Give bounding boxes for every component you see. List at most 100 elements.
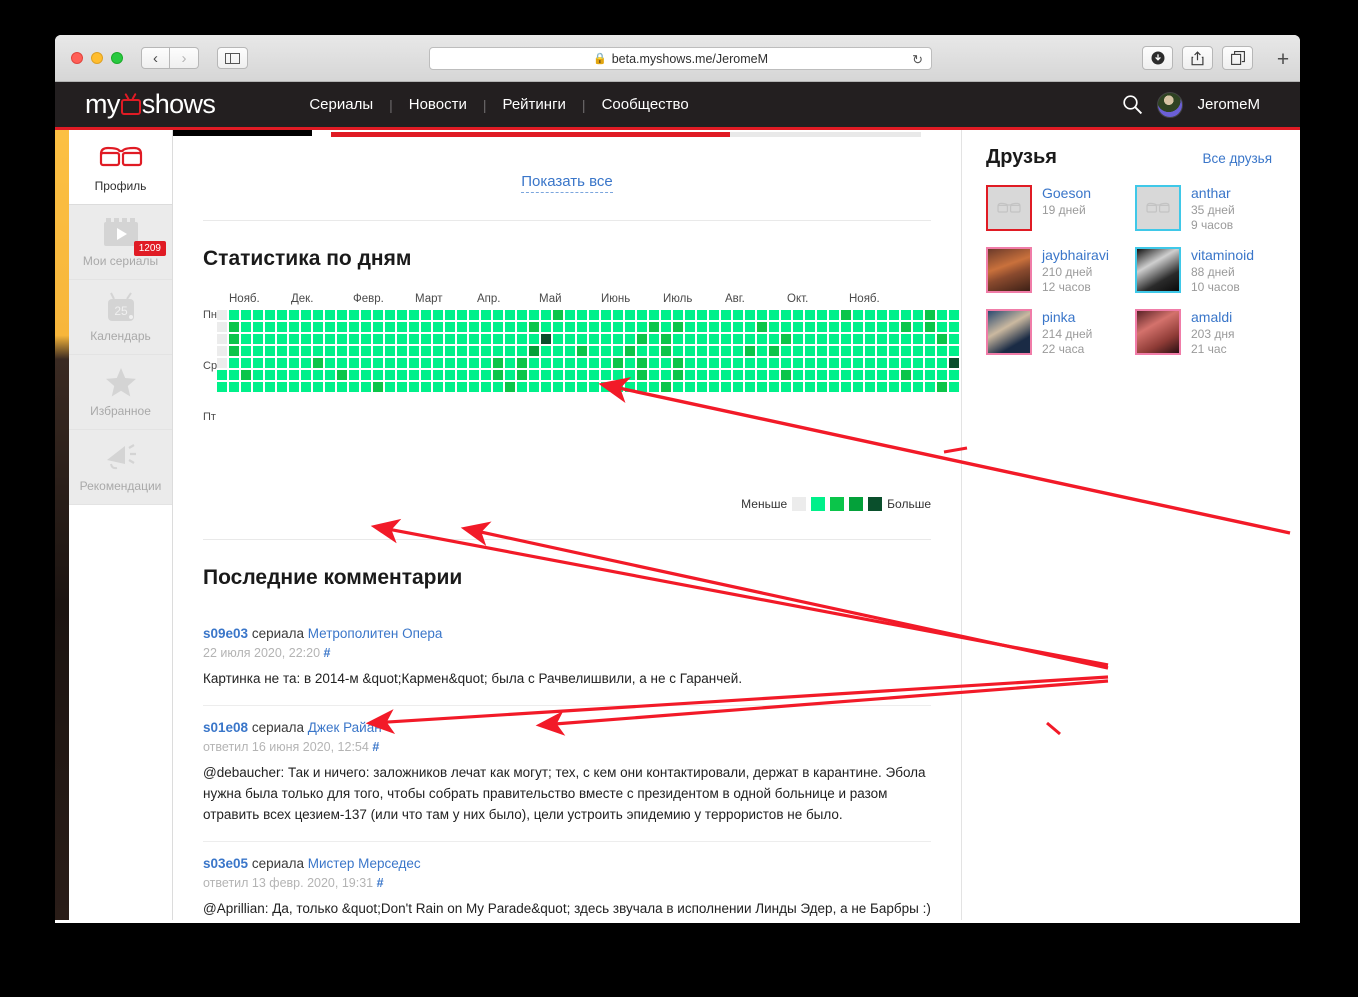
heatmap-cell[interactable] [805, 370, 816, 380]
heatmap-cell[interactable] [877, 322, 888, 332]
heatmap-cell[interactable] [757, 322, 768, 332]
heatmap-cell[interactable] [649, 322, 660, 332]
heatmap-cell[interactable] [709, 334, 720, 344]
heatmap-cell[interactable] [481, 382, 492, 392]
heatmap-cell[interactable] [385, 382, 396, 392]
heatmap-cell[interactable] [661, 358, 672, 368]
heatmap-cell[interactable] [913, 334, 924, 344]
heatmap-cell[interactable] [529, 382, 540, 392]
heatmap-cell[interactable] [721, 382, 732, 392]
friend-name[interactable]: pinka [1042, 309, 1092, 325]
heatmap-cell[interactable] [721, 310, 732, 320]
heatmap-cell[interactable] [733, 370, 744, 380]
heatmap-cell[interactable] [493, 358, 504, 368]
heatmap-cell[interactable] [421, 358, 432, 368]
friend-name[interactable]: Goeson [1042, 185, 1091, 201]
heatmap-cell[interactable] [901, 310, 912, 320]
heatmap-cell[interactable] [313, 358, 324, 368]
tab-overview-button[interactable] [1222, 46, 1253, 70]
heatmap-cell[interactable] [937, 358, 948, 368]
nav-item-ratings[interactable]: Рейтинги [486, 96, 581, 113]
heatmap-cell[interactable] [697, 310, 708, 320]
heatmap-cell[interactable] [901, 370, 912, 380]
heatmap-cell[interactable] [949, 322, 960, 332]
heatmap-cell[interactable] [889, 310, 900, 320]
heatmap-cell[interactable] [481, 346, 492, 356]
heatmap-cell[interactable] [793, 370, 804, 380]
heatmap-cell[interactable] [565, 322, 576, 332]
heatmap-cell[interactable] [733, 382, 744, 392]
heatmap-cell[interactable] [397, 382, 408, 392]
heatmap-cell[interactable] [385, 322, 396, 332]
heatmap-cell[interactable] [637, 310, 648, 320]
heatmap-cell[interactable] [241, 370, 252, 380]
heatmap-cell[interactable] [493, 334, 504, 344]
heatmap-cell[interactable] [829, 358, 840, 368]
heatmap-cell[interactable] [601, 382, 612, 392]
heatmap-cell[interactable] [433, 322, 444, 332]
heatmap-cell[interactable] [661, 382, 672, 392]
heatmap-cell[interactable] [577, 358, 588, 368]
heatmap-cell[interactable] [253, 322, 264, 332]
heatmap-cell[interactable] [745, 346, 756, 356]
heatmap-cell[interactable] [649, 310, 660, 320]
heatmap-cell[interactable] [373, 334, 384, 344]
heatmap-cell[interactable] [685, 334, 696, 344]
heatmap-cell[interactable] [733, 358, 744, 368]
heatmap-cell[interactable] [241, 310, 252, 320]
heatmap-cell[interactable] [937, 370, 948, 380]
heatmap-cell[interactable] [529, 334, 540, 344]
heatmap-cell[interactable] [721, 346, 732, 356]
heatmap-cell[interactable] [433, 346, 444, 356]
heatmap-cell[interactable] [793, 322, 804, 332]
comment-show-link[interactable]: Метрополитен Опера [308, 626, 443, 641]
heatmap-cell[interactable] [469, 334, 480, 344]
friend-name[interactable]: jaybhairavi [1042, 247, 1109, 263]
heatmap-cell[interactable] [769, 346, 780, 356]
heatmap-cell[interactable] [553, 322, 564, 332]
heatmap-cell[interactable] [241, 358, 252, 368]
comment-show-link[interactable]: Джек Райан [308, 720, 382, 735]
heatmap-cell[interactable] [745, 334, 756, 344]
heatmap-cell[interactable] [493, 382, 504, 392]
heatmap-cell[interactable] [337, 322, 348, 332]
heatmap-cell[interactable] [901, 334, 912, 344]
heatmap-cell[interactable] [349, 370, 360, 380]
heatmap-cell[interactable] [661, 310, 672, 320]
heatmap-cell[interactable] [757, 358, 768, 368]
heatmap-cell[interactable] [445, 322, 456, 332]
friend-name[interactable]: anthar [1191, 185, 1235, 201]
heatmap-cell[interactable] [217, 322, 228, 332]
heatmap-cell[interactable] [253, 334, 264, 344]
heatmap-cell[interactable] [697, 370, 708, 380]
heatmap-cell[interactable] [397, 346, 408, 356]
heatmap-cell[interactable] [409, 310, 420, 320]
heatmap-cell[interactable] [901, 322, 912, 332]
heatmap-cell[interactable] [553, 310, 564, 320]
heatmap-cell[interactable] [553, 370, 564, 380]
heatmap-cell[interactable] [541, 310, 552, 320]
heatmap-cell[interactable] [553, 358, 564, 368]
heatmap-cell[interactable] [673, 346, 684, 356]
heatmap-cell[interactable] [853, 310, 864, 320]
heatmap-cell[interactable] [601, 322, 612, 332]
heatmap-cell[interactable] [685, 322, 696, 332]
navigation-buttons[interactable]: ‹ › [141, 47, 199, 69]
heatmap-cell[interactable] [325, 322, 336, 332]
heatmap-cell[interactable] [601, 358, 612, 368]
heatmap-cell[interactable] [241, 346, 252, 356]
heatmap-cell[interactable] [817, 334, 828, 344]
heatmap-cell[interactable] [361, 370, 372, 380]
heatmap-cell[interactable] [613, 346, 624, 356]
heatmap-cell[interactable] [493, 310, 504, 320]
heatmap-cell[interactable] [841, 370, 852, 380]
heatmap-cell[interactable] [901, 382, 912, 392]
nav-item-serials[interactable]: Сериалы [293, 96, 389, 113]
heatmap-cell[interactable] [253, 370, 264, 380]
heatmap-cell[interactable] [733, 310, 744, 320]
friend-item[interactable]: Goeson 19 дней [986, 185, 1127, 233]
heatmap-cell[interactable] [325, 358, 336, 368]
heatmap-cell[interactable] [913, 370, 924, 380]
heatmap-cell[interactable] [949, 334, 960, 344]
friend-item[interactable]: vitaminoid 88 дней 10 часов [1135, 247, 1276, 295]
